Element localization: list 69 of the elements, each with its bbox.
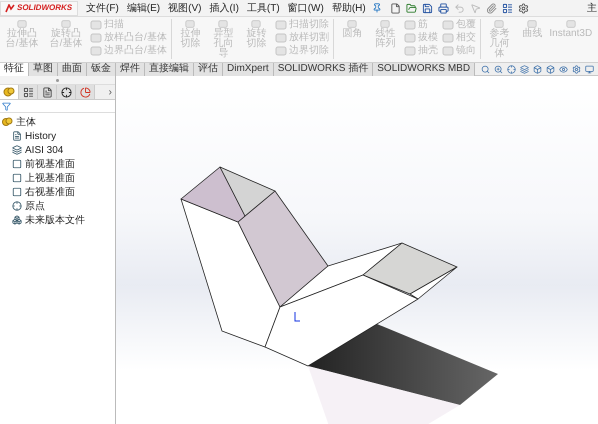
view-tool-icon[interactable] <box>546 64 555 74</box>
feature-icon <box>90 45 102 57</box>
origin-icon <box>12 201 22 211</box>
filter-icon <box>2 102 11 110</box>
material-icon <box>12 145 22 155</box>
print-icon[interactable] <box>438 2 449 14</box>
menu-item[interactable]: 文件(F) <box>84 0 121 16</box>
save-icon[interactable] <box>422 2 433 14</box>
view-tool-icon[interactable] <box>520 64 529 74</box>
tree-item[interactable]: 前视基准面 <box>0 157 115 171</box>
future-icon <box>12 215 22 225</box>
config-icon <box>42 86 52 98</box>
window-title: 主 <box>587 2 598 16</box>
tree-item[interactable]: History <box>0 129 115 143</box>
tree-item[interactable]: 右视基准面 <box>0 185 115 199</box>
menu-item[interactable]: 帮助(H) <box>330 0 368 16</box>
open-icon[interactable] <box>406 2 417 14</box>
ribbon-tab[interactable]: 钣金 <box>87 62 116 76</box>
panel-tab[interactable] <box>38 85 57 99</box>
property-icon <box>22 86 34 98</box>
ribbon-tab[interactable]: 草图 <box>29 62 58 76</box>
settings-icon[interactable] <box>518 2 529 14</box>
tree-item[interactable]: 主体 <box>0 115 115 129</box>
feature-icon <box>274 45 287 57</box>
display-icon <box>80 86 90 98</box>
part-icon <box>2 117 13 127</box>
menu-item[interactable]: 工具(T) <box>244 0 282 16</box>
tree-item[interactable]: AISI 304 <box>0 143 115 157</box>
feature-icon <box>442 45 454 57</box>
feature-icon <box>442 32 454 44</box>
ribbon-tab[interactable]: 曲面 <box>58 62 87 76</box>
ribbon-tab[interactable]: 焊件 <box>116 62 145 76</box>
view-tool-icon[interactable] <box>559 64 568 74</box>
pin-icon[interactable] <box>372 3 382 13</box>
more-arrow[interactable]: › <box>108 84 115 100</box>
panel-tab[interactable] <box>57 85 76 99</box>
tree-item[interactable]: 原点 <box>0 199 115 213</box>
tree-item[interactable]: 上视基准面 <box>0 171 115 185</box>
feature-icon <box>404 45 416 57</box>
ribbon-tab[interactable]: 评估 <box>194 62 223 76</box>
ribbon-tab[interactable]: SOLIDWORKS 插件 <box>274 62 374 76</box>
feature-icon <box>3 86 15 98</box>
filter-field[interactable] <box>0 100 115 113</box>
view-tool-icon[interactable] <box>585 64 594 74</box>
logo-icon <box>5 4 15 12</box>
paperclip-icon[interactable] <box>486 2 497 14</box>
ribbon-tab[interactable]: SOLIDWORKS MBD <box>373 62 476 76</box>
ribbon-tab[interactable]: 特征 <box>0 62 29 76</box>
feature-icon <box>274 32 287 44</box>
ribbon-tab[interactable]: 直接编辑 <box>145 62 194 76</box>
history-icon <box>12 131 22 141</box>
new-file-icon[interactable] <box>390 2 401 14</box>
dim-icon <box>60 86 72 98</box>
menu-item[interactable]: 视图(V) <box>166 0 204 16</box>
tree-item[interactable]: 未来版本文件 <box>0 213 115 227</box>
view-tool-icon[interactable] <box>494 64 503 74</box>
ribbon-tab[interactable]: DimXpert <box>223 62 274 76</box>
feature-icon <box>404 32 416 44</box>
view-tool-icon[interactable] <box>572 64 581 74</box>
view-tool-icon[interactable] <box>481 64 490 74</box>
menu-item[interactable]: 编辑(E) <box>124 0 162 16</box>
view-tool-icon[interactable] <box>533 64 542 74</box>
menu-item[interactable]: 插入(I) <box>207 0 241 16</box>
list-icon[interactable] <box>502 2 513 14</box>
feature-icon <box>90 32 102 44</box>
menu-item[interactable]: 窗口(W) <box>286 0 326 16</box>
panel-tab[interactable] <box>19 85 38 99</box>
view-tool-icon[interactable] <box>507 64 516 74</box>
logo: SOLIDWORKS <box>0 0 78 16</box>
